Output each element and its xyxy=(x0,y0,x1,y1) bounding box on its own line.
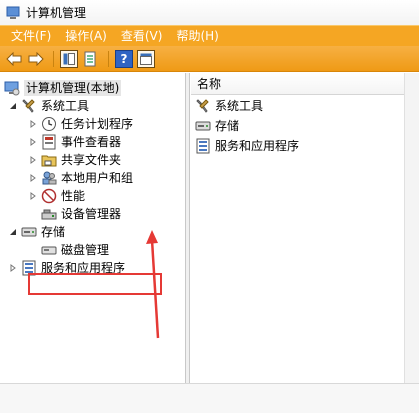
properties-button[interactable] xyxy=(136,49,156,69)
tree-item-system-tools[interactable]: 系统工具 xyxy=(8,97,89,115)
content-area: 计算机管理(本地) 系统工具 任务计划程序 事件查看器 共享文件夹 本地用户和组… xyxy=(0,73,419,383)
annotation-highlight-box xyxy=(28,273,162,295)
toolbar-separator xyxy=(108,50,109,67)
collapsed-arrow-icon[interactable] xyxy=(28,191,38,201)
tree-item-storage[interactable]: 存储 xyxy=(8,223,65,241)
list-item-label: 服务和应用程序 xyxy=(215,139,300,153)
console-tree-icon xyxy=(60,49,78,68)
tree-label: 设备管理器 xyxy=(61,207,122,221)
export-list-button[interactable] xyxy=(81,49,101,69)
tree-label: 系统工具 xyxy=(41,99,90,113)
forward-arrow-icon xyxy=(28,51,44,66)
help-button[interactable]: ? xyxy=(114,49,134,69)
menu-action[interactable]: 操作(A) xyxy=(58,26,114,47)
storage-icon xyxy=(21,227,37,237)
collapsed-arrow-icon[interactable] xyxy=(28,119,38,129)
help-icon: ? xyxy=(115,49,133,68)
computer-management-icon xyxy=(6,6,20,19)
tree-label: 共享文件夹 xyxy=(61,153,122,167)
title-bar[interactable]: 计算机管理 xyxy=(0,0,419,25)
tree-label: 本地用户和组 xyxy=(61,171,134,185)
event-viewer-icon xyxy=(42,134,56,150)
show-hide-tree-button[interactable] xyxy=(59,49,79,69)
collapsed-arrow-icon[interactable] xyxy=(28,137,38,147)
console-tree: 计算机管理(本地) 系统工具 任务计划程序 事件查看器 共享文件夹 本地用户和组… xyxy=(0,73,186,383)
menu-bar: 文件(F) 操作(A) 查看(V) 帮助(H) xyxy=(0,25,419,46)
column-header-name[interactable]: 名称 xyxy=(191,73,404,95)
tree-label: 磁盘管理 xyxy=(61,243,110,257)
collapsed-arrow-icon[interactable] xyxy=(8,263,18,273)
properties-icon xyxy=(137,49,155,68)
export-list-icon xyxy=(84,51,96,66)
column-header-label: 名称 xyxy=(197,77,222,91)
collapsed-arrow-icon[interactable] xyxy=(28,173,38,183)
back-arrow-icon xyxy=(6,51,22,66)
shared-folder-icon xyxy=(41,155,57,167)
window-title: 计算机管理 xyxy=(26,6,87,20)
status-bar xyxy=(0,383,419,413)
disk-management-icon xyxy=(41,246,57,255)
forward-button[interactable] xyxy=(26,49,46,69)
tree-item-task-scheduler[interactable]: 任务计划程序 xyxy=(28,115,133,133)
list-item-label: 存储 xyxy=(215,119,240,133)
tree-label: 计算机管理(本地) xyxy=(24,80,122,96)
tree-label: 存储 xyxy=(41,225,66,239)
tree-item-shared-folders[interactable]: 共享文件夹 xyxy=(28,151,121,169)
tree-item-performance[interactable]: 性能 xyxy=(28,187,85,205)
tree-item-device-manager[interactable]: 设备管理器 xyxy=(41,205,121,223)
list-item[interactable]: 系统工具 xyxy=(191,97,404,115)
clock-icon xyxy=(42,117,56,131)
users-group-icon xyxy=(42,171,57,185)
tree-item-local-users[interactable]: 本地用户和组 xyxy=(28,169,133,187)
list-item[interactable]: 服务和应用程序 xyxy=(191,137,404,155)
back-button[interactable] xyxy=(4,49,24,69)
list-item[interactable]: 存储 xyxy=(191,117,404,135)
menu-help[interactable]: 帮助(H) xyxy=(169,26,225,47)
services-icon xyxy=(196,138,210,154)
expanded-arrow-icon[interactable] xyxy=(8,227,18,237)
tree-item-event-viewer[interactable]: 事件查看器 xyxy=(28,133,121,151)
vertical-scrollbar[interactable] xyxy=(404,73,419,383)
device-manager-icon xyxy=(41,209,57,220)
tree-item-root[interactable]: 计算机管理(本地) xyxy=(4,79,122,97)
storage-icon xyxy=(195,121,211,131)
results-pane: 名称 系统工具 存储 服务和应用程序 xyxy=(191,73,404,383)
computer-management-window: 计算机管理 文件(F) 操作(A) 查看(V) 帮助(H) ? 计算机管理(本地… xyxy=(0,0,419,413)
toolbar-separator xyxy=(53,50,54,67)
tree-label: 任务计划程序 xyxy=(61,117,134,131)
menu-view[interactable]: 查看(V) xyxy=(114,26,170,47)
tree-label: 性能 xyxy=(61,189,86,203)
expanded-arrow-icon[interactable] xyxy=(8,101,18,111)
tree-label: 事件查看器 xyxy=(61,135,122,149)
toolbar: ? xyxy=(0,46,419,72)
tools-icon xyxy=(196,99,209,113)
menu-file[interactable]: 文件(F) xyxy=(4,26,58,47)
tools-icon xyxy=(22,99,35,113)
performance-icon xyxy=(41,188,57,204)
pane-splitter[interactable] xyxy=(186,73,190,383)
computer-management-icon xyxy=(4,81,20,96)
tree-item-disk-management[interactable]: 磁盘管理 xyxy=(41,241,109,259)
list-item-label: 系统工具 xyxy=(215,99,264,113)
collapsed-arrow-icon[interactable] xyxy=(28,155,38,165)
